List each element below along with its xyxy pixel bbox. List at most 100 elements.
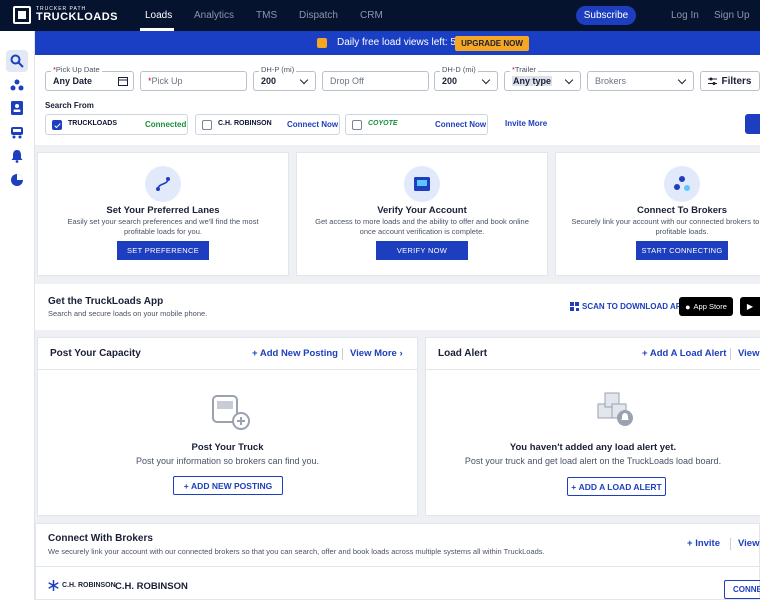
logo-big-text: TRUCKLOADS: [36, 11, 118, 23]
empty-state-description: Post your information so brokers can fin…: [135, 456, 320, 466]
snowflake-icon: [48, 580, 59, 591]
source-checkbox[interactable]: [352, 120, 362, 130]
dropoff-placeholder: Drop Off: [330, 76, 364, 86]
qr-code-icon: [570, 302, 579, 311]
dh-d-select[interactable]: DH-D (mi) 200: [434, 65, 498, 91]
source-coyote[interactable]: COYOTE Connect Now: [345, 114, 488, 135]
signup-link[interactable]: Sign Up: [714, 10, 750, 21]
trailer-value: Any type: [512, 76, 553, 86]
bell-icon[interactable]: [6, 145, 28, 167]
source-connect-link[interactable]: Connect Now: [287, 120, 338, 129]
app-store-badge[interactable]: ● App Store: [679, 297, 733, 316]
dh-p-label: DH-P (mi): [259, 65, 297, 74]
nav-crm[interactable]: CRM: [360, 10, 383, 21]
pickup-date-field[interactable]: *Pick Up Date Any Date: [45, 65, 134, 91]
connect-broker-button[interactable]: CONNE: [724, 580, 760, 599]
trailer-label: Trailer: [514, 65, 536, 74]
free-views-banner: Daily free load views left: 5 UPGRADE NO…: [35, 31, 760, 55]
upgrade-now-button[interactable]: UPGRADE NOW: [455, 36, 529, 51]
dh-d-label: DH-D (mi): [440, 65, 478, 74]
divider: [342, 348, 343, 360]
nav-tms[interactable]: TMS: [256, 10, 277, 21]
start-connecting-button[interactable]: START CONNECTING: [636, 241, 728, 260]
brokers-select[interactable]: Brokers: [587, 71, 694, 91]
apple-icon: ●: [685, 301, 691, 312]
source-checkbox[interactable]: [52, 120, 62, 130]
panel-title: Load Alert: [438, 348, 488, 359]
network-icon[interactable]: [6, 74, 28, 96]
filters-button[interactable]: Filters: [700, 71, 760, 91]
set-preference-button[interactable]: SET PREFERENCE: [117, 241, 209, 260]
subscribe-button[interactable]: Subscribe: [576, 6, 636, 25]
scan-to-download-link[interactable]: SCAN TO DOWNLOAD APP: [582, 302, 686, 311]
panel-title: Connect With Brokers: [48, 533, 153, 544]
pickup-date-value: Any Date: [53, 76, 93, 86]
search-panel: *Pick Up Date Any Date *Pick Up DH-P (mi…: [35, 55, 760, 145]
contacts-icon[interactable]: [6, 97, 28, 119]
verify-now-button[interactable]: VERIFY NOW: [376, 241, 468, 260]
divider: [36, 566, 759, 567]
broker-name: C.H. ROBINSON: [115, 581, 188, 592]
route-icon: [145, 166, 181, 202]
empty-state-title: You haven't added any load alert yet.: [509, 442, 677, 453]
view-link[interactable]: View: [738, 538, 759, 549]
view-more-link[interactable]: View More ›: [350, 348, 403, 359]
search-button[interactable]: [745, 114, 760, 134]
invite-more-link[interactable]: Invite More: [505, 119, 547, 128]
panel-subtitle: We securely link your account with our c…: [48, 547, 545, 556]
preferred-lanes-card: Set Your Preferred Lanes Easily set your…: [37, 152, 289, 276]
pickup-field[interactable]: *Pick Up: [140, 71, 247, 91]
card-title: Verify Your Account: [377, 205, 467, 216]
filter-sliders-icon: [708, 77, 718, 85]
add-load-alert-button-label: ADD A LOAD ALERT: [578, 481, 662, 492]
nav-dispatch[interactable]: Dispatch: [299, 10, 338, 21]
truckloads-source-logo: TRUCKLOADS: [68, 120, 117, 127]
nav-loads[interactable]: Loads: [145, 10, 172, 21]
chevron-down-icon: [481, 75, 491, 85]
dh-p-select[interactable]: DH-P (mi) 200: [253, 65, 316, 91]
chevron-down-icon: [564, 75, 574, 85]
add-new-posting-button[interactable]: + ADD NEW POSTING: [173, 476, 283, 495]
truckloads-logo[interactable]: TRUCKER PATH TRUCKLOADS: [13, 6, 118, 24]
add-new-posting-link[interactable]: + Add New Posting: [252, 348, 338, 359]
truck-icon[interactable]: [6, 121, 28, 143]
add-load-alert-button[interactable]: + ADD A LOAD ALERT: [567, 477, 666, 496]
pickup-placeholder: Pick Up: [151, 76, 183, 86]
nav-analytics[interactable]: Analytics: [194, 10, 234, 21]
id-card-icon: [404, 166, 440, 202]
filters-label: Filters: [721, 75, 752, 87]
source-checkbox[interactable]: [202, 120, 212, 130]
view-more-label: View More: [350, 348, 397, 359]
top-navigation: TRUCKER PATH TRUCKLOADS Loads Analytics …: [0, 0, 760, 31]
add-new-posting-button-label: ADD NEW POSTING: [191, 480, 273, 491]
empty-state-title: Post Your Truck: [191, 442, 264, 453]
chevron-down-icon: [677, 75, 687, 85]
view-link[interactable]: View: [738, 348, 759, 359]
invite-label: Invite: [695, 538, 720, 549]
source-ch-robinson[interactable]: C.H. ROBINSON Connect Now: [195, 114, 340, 135]
trailer-select[interactable]: *Trailer Any type: [504, 65, 581, 91]
card-title: Set Your Preferred Lanes: [106, 205, 220, 216]
invite-link[interactable]: + Invite: [687, 538, 720, 549]
add-load-alert-link[interactable]: + Add A Load Alert: [642, 348, 726, 359]
search-icon[interactable]: [6, 50, 28, 72]
source-connect-link[interactable]: Connect Now: [435, 120, 486, 129]
dh-p-value: 200: [261, 76, 277, 86]
card-description: Securely link your account with our conn…: [571, 217, 760, 237]
pie-chart-icon[interactable]: [6, 169, 28, 191]
app-download-strip: Get the TruckLoads App Search and secure…: [35, 284, 760, 330]
load-alert-panel: Load Alert + Add A Load Alert View You h…: [425, 337, 760, 516]
app-subtitle: Search and secure loads on your mobile p…: [48, 309, 208, 318]
gift-icon: [317, 38, 327, 48]
brokers-placeholder: Brokers: [595, 76, 627, 86]
dropoff-field[interactable]: Drop Off: [322, 71, 429, 91]
login-link[interactable]: Log In: [671, 10, 699, 21]
play-icon: ▶: [746, 302, 754, 311]
connect-brokers-panel: Connect With Brokers We securely link yo…: [35, 523, 760, 600]
divider: [730, 348, 731, 360]
source-truckloads[interactable]: TRUCKLOADS Connected: [45, 114, 188, 135]
card-description: Get access to more loads and the ability…: [315, 217, 529, 237]
truck-plus-icon: [212, 395, 250, 430]
search-from-label: Search From: [45, 101, 94, 110]
google-play-badge[interactable]: ▶: [740, 297, 760, 316]
